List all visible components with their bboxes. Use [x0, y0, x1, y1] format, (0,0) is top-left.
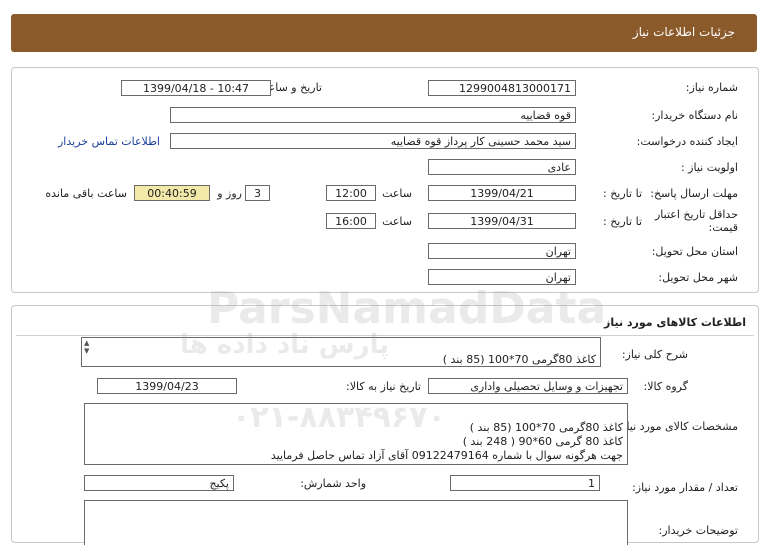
remaining-time-field: 00:40:59 [134, 185, 210, 201]
price-validity-label: حداقل تاریخ اعتبار قیمت: [654, 208, 738, 234]
validity-time-label: ساعت [382, 215, 412, 228]
need-date-label: تاریخ نیاز به کالا: [346, 380, 421, 393]
province-field: تهران [428, 243, 576, 259]
buyer-notes-textarea[interactable] [84, 500, 628, 545]
validity-date-field: 1399/04/31 [428, 213, 576, 229]
city-field: تهران [428, 269, 576, 285]
page-header: جزئیات اطلاعات نیاز [11, 14, 757, 52]
need-date-field: 1399/04/23 [97, 378, 237, 394]
goods-spec-text: کاغذ 80گرمی 70*100 (85 بند ) کاغذ 80 گرم… [270, 421, 623, 462]
need-summary-label: شرح کلی نیاز: [621, 348, 688, 361]
goods-spec-textarea[interactable]: کاغذ 80گرمی 70*100 (85 بند ) کاغذ 80 گرم… [84, 403, 628, 465]
deadline-label: مهلت ارسال پاسخ: [650, 187, 738, 200]
need-info-panel [11, 67, 759, 293]
need-summary-text: کاغذ 80گرمی 70*100 (85 بند ) کاغذ 80 گرم… [442, 353, 596, 366]
goods-group-label: گروه کالا: [643, 380, 688, 393]
remaining-time-label: ساعت باقی مانده [45, 187, 127, 200]
unit-field: پکیج [84, 475, 234, 491]
days-label: روز و [217, 187, 242, 200]
province-label: استان محل تحویل: [651, 245, 738, 258]
deadline-time-label: ساعت [382, 187, 412, 200]
validity-to-date-label: تا تاریخ : [603, 215, 642, 228]
quantity-field: 1 [450, 475, 600, 491]
announce-datetime-field: 1399/04/18 - 10:47 [121, 80, 271, 96]
requester-label: ایجاد کننده درخواست: [636, 135, 738, 148]
buyer-org-field: قوه قضاییه [170, 107, 576, 123]
unit-label: واحد شمارش: [300, 477, 366, 490]
need-number-label: شماره نیاز: [685, 81, 738, 94]
quantity-label: تعداد / مقدار مورد نیاز: [632, 481, 738, 494]
buyer-org-label: نام دستگاه خریدار: [651, 109, 738, 122]
need-number-field: 1299004813000171 [428, 80, 576, 96]
scroll-arrows-icon[interactable]: ▲ ▼ [84, 339, 89, 355]
need-summary-textarea[interactable]: کاغذ 80گرمی 70*100 (85 بند ) کاغذ 80 گرم… [81, 337, 601, 367]
deadline-time-field: 12:00 [326, 185, 376, 201]
priority-field: عادی [428, 159, 576, 175]
priority-label: اولویت نیاز : [680, 161, 738, 174]
validity-time-field: 16:00 [326, 213, 376, 229]
buyer-contact-link[interactable]: اطلاعات تماس خریدار [58, 135, 160, 148]
section-divider [16, 335, 754, 336]
goods-group-field: تجهیزات و وسایل تحصیلی واداری [428, 378, 628, 394]
page-title: جزئیات اطلاعات نیاز [632, 25, 735, 39]
deadline-date-field: 1399/04/21 [428, 185, 576, 201]
city-label: شهر محل تحویل: [658, 271, 738, 284]
days-remaining-field: 3 [245, 185, 270, 201]
goods-section-title: اطلاعات کالاهای مورد نیاز [604, 316, 746, 329]
buyer-notes-label: توضیحات خریدار: [658, 524, 739, 537]
goods-spec-label: مشخصات کالای مورد نیاز: [617, 420, 738, 433]
requester-field: سید محمد حسینی کار پرداز قوه قضاییه [170, 133, 576, 149]
deadline-to-date-label: تا تاریخ : [603, 187, 642, 200]
